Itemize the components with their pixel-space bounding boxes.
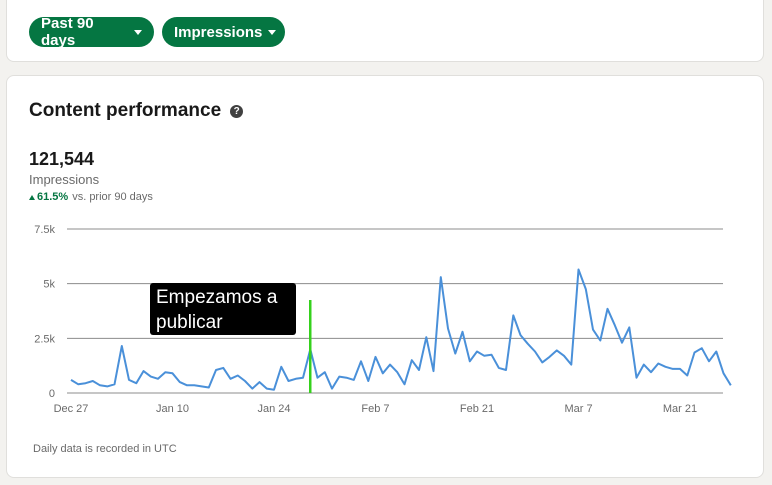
annotation-line-1: Empezamos a	[156, 287, 278, 308]
card-title: Content performance	[29, 100, 222, 121]
card-title-row: Content performance ?	[29, 100, 244, 122]
date-range-label: Past 90 days	[41, 15, 94, 49]
annotation-line-2: publicar	[156, 312, 223, 333]
trend-percent: 61.5%	[37, 191, 69, 203]
total-impressions-value: 121,544	[29, 149, 95, 169]
annotation-callout: Empezamos a publicar	[150, 283, 296, 335]
trend-up-arrow-icon	[29, 194, 35, 200]
metric-label: Impressions	[174, 23, 263, 41]
date-range-dropdown[interactable]: Past 90 days	[29, 15, 154, 49]
caret-down-icon	[134, 30, 142, 35]
trend-comparison-text: vs. prior 90 days	[72, 191, 153, 203]
trend-indicator: 61.5% vs. prior 90 days	[29, 191, 153, 203]
total-impressions-label: Impressions	[29, 172, 100, 187]
utc-footnote: Daily data is recorded in UTC	[33, 443, 177, 455]
question-mark-icon[interactable]: ?	[230, 104, 244, 118]
content-performance-card	[6, 75, 764, 478]
caret-down-icon	[268, 30, 277, 35]
metric-dropdown[interactable]: Impressions	[162, 17, 285, 47]
